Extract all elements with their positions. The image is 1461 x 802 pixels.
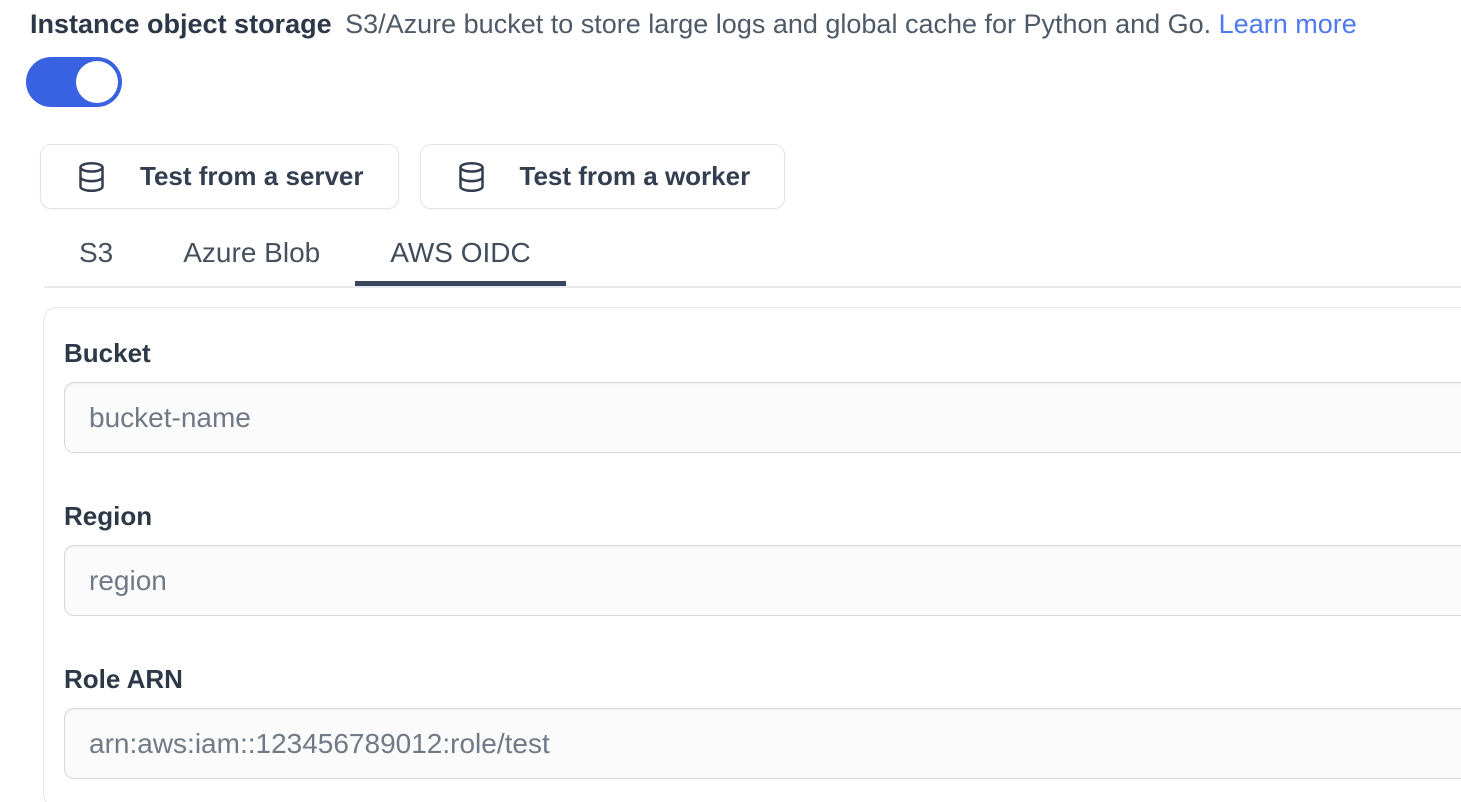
storage-provider-tabs: S3 Azure Blob AWS OIDC [44, 231, 1461, 288]
toggle-knob [76, 61, 118, 103]
instance-object-storage-settings: Instance object storage S3/Azure bucket … [0, 6, 1461, 802]
role-arn-label: Role ARN [64, 664, 1461, 695]
bucket-field-group: Bucket [64, 338, 1461, 453]
section-description: S3/Azure bucket to store large logs and … [345, 9, 1211, 39]
page-title: Instance object storage [30, 9, 332, 39]
instance-object-storage-toggle[interactable] [26, 57, 122, 107]
region-field-group: Region [64, 501, 1461, 616]
database-icon [455, 159, 488, 195]
learn-more-link[interactable]: Learn more [1219, 9, 1357, 39]
role-arn-field-group: Role ARN [64, 664, 1461, 779]
test-from-server-label: Test from a server [140, 161, 364, 192]
tab-azure-blob[interactable]: Azure Blob [148, 231, 355, 286]
test-from-worker-button[interactable]: Test from a worker [420, 144, 786, 209]
section-header: Instance object storage S3/Azure bucket … [30, 6, 1461, 42]
database-icon [75, 159, 108, 195]
test-button-row: Test from a server Test from a worker [40, 144, 1461, 209]
region-input[interactable] [64, 545, 1461, 616]
tab-aws-oidc[interactable]: AWS OIDC [355, 231, 566, 286]
role-arn-input[interactable] [64, 708, 1461, 779]
aws-oidc-form-panel: Bucket Region Role ARN [43, 307, 1461, 802]
test-from-server-button[interactable]: Test from a server [40, 144, 399, 209]
bucket-input[interactable] [64, 382, 1461, 453]
tab-s3[interactable]: S3 [44, 231, 148, 286]
bucket-label: Bucket [64, 338, 1461, 369]
test-from-worker-label: Test from a worker [520, 161, 751, 192]
region-label: Region [64, 501, 1461, 532]
